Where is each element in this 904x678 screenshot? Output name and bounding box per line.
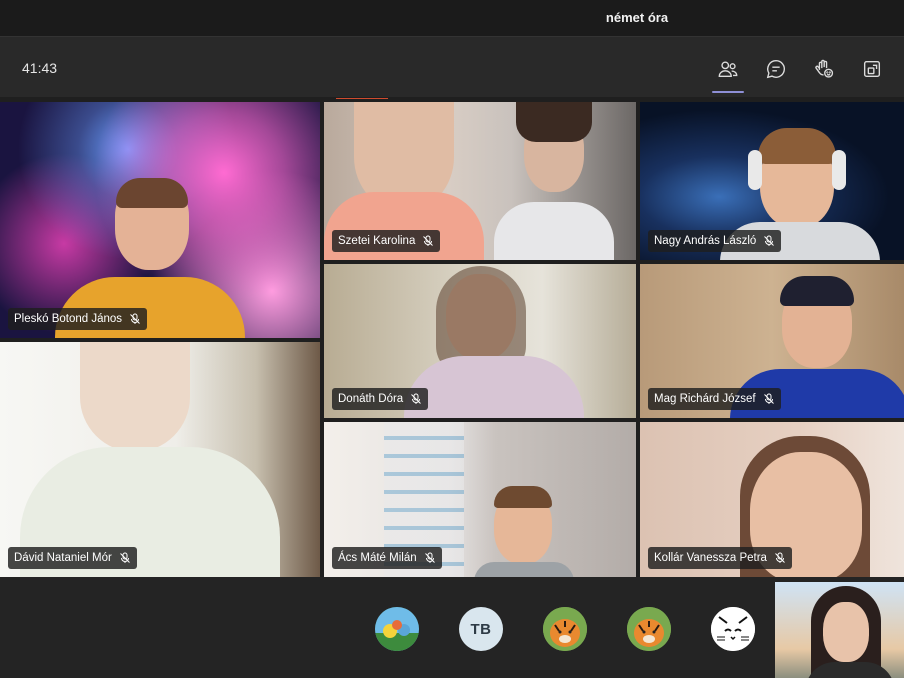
tiger-avatar-icon — [543, 607, 587, 651]
tiger-avatar-icon — [627, 607, 671, 651]
video-tile-1[interactable]: Pleskó Botond János — [0, 102, 320, 338]
cat-avatar-icon — [711, 607, 755, 651]
mic-off-icon — [764, 235, 775, 246]
participant-nametag: Nagy András László — [648, 230, 782, 252]
raise-hand-button[interactable] — [808, 53, 840, 85]
participant-avatar[interactable] — [543, 607, 587, 651]
participant-shirt — [474, 562, 574, 577]
participant-hair — [780, 276, 854, 306]
avatar-initials: TB — [470, 620, 492, 638]
participant-nametag: Donáth Dóra — [332, 388, 429, 410]
participant-nametag: Ács Máté Milán — [332, 547, 442, 569]
participant-name: Donáth Dóra — [338, 393, 404, 405]
headphones — [832, 150, 846, 190]
meeting-toolbar: 41:43 — [0, 37, 904, 97]
chat-button[interactable] — [760, 53, 792, 85]
participant-shirt — [404, 356, 584, 418]
participant-avatar[interactable] — [375, 607, 419, 651]
self-face — [823, 602, 869, 662]
people-button[interactable] — [712, 53, 744, 93]
mic-off-icon — [424, 552, 435, 563]
meeting-timer: 41:43 — [22, 60, 58, 76]
window-title-bar: német óra — [0, 0, 904, 37]
mic-off-icon — [775, 552, 785, 563]
chat-icon — [766, 60, 785, 79]
raise-hand-icon — [815, 59, 834, 78]
mic-off-icon — [119, 552, 130, 563]
participant-name: Ács Máté Milán — [338, 552, 417, 564]
participant-name: Dávid Nataniel Mór — [14, 552, 112, 564]
participant-nametag: Mag Richárd József — [648, 388, 781, 410]
mic-off-icon — [130, 313, 140, 324]
participant-nametag: Pleskó Botond János — [8, 308, 148, 330]
meeting-title: német óra — [605, 10, 669, 25]
video-tile-6[interactable]: Dávid Nataniel Mór — [0, 342, 320, 577]
video-tile-3[interactable]: Nagy András László — [640, 102, 904, 260]
share-screen-button[interactable] — [856, 53, 888, 85]
participant-name: Pleskó Botond János — [14, 313, 123, 325]
pokemon-avatar-icon — [375, 607, 419, 651]
mic-off-icon — [411, 393, 422, 404]
participant-name: Nagy András László — [654, 235, 757, 247]
participant-name: Mag Richárd József — [654, 393, 756, 405]
participant-hair — [516, 102, 592, 142]
participant-avatar[interactable] — [711, 607, 755, 651]
participant-shirt — [494, 202, 614, 260]
mic-off-icon — [423, 235, 434, 246]
headphones — [748, 150, 762, 190]
share-screen-icon — [863, 60, 881, 78]
participant-nametag: Dávid Nataniel Mór — [8, 547, 137, 569]
self-view-video[interactable] — [775, 582, 904, 678]
people-icon — [718, 61, 738, 78]
participant-hair — [116, 178, 188, 208]
video-gallery: Pleskó Botond János Szetei Karolina Nagy… — [0, 99, 904, 577]
participant-avatar[interactable] — [627, 607, 671, 651]
participant-avatar-initials[interactable]: TB — [459, 607, 503, 651]
participant-video — [80, 342, 190, 452]
video-tile-7[interactable]: Ács Máté Milán — [324, 422, 636, 577]
participant-nametag: Szetei Karolina — [332, 230, 441, 252]
overflow-participants-bar: TB — [0, 577, 904, 678]
participant-name: Kollár Vanessza Petra — [654, 552, 767, 564]
participant-hair — [494, 486, 552, 508]
video-tile-8[interactable]: Kollár Vanessza Petra — [640, 422, 904, 577]
participant-name: Szetei Karolina — [338, 235, 416, 247]
mic-off-icon — [763, 393, 774, 404]
participant-hair — [758, 128, 836, 164]
participant-nametag: Kollár Vanessza Petra — [648, 547, 792, 569]
video-tile-5[interactable]: Mag Richárd József — [640, 264, 904, 418]
video-tile-4[interactable]: Donáth Dóra — [324, 264, 636, 418]
video-tile-2[interactable]: Szetei Karolina — [324, 102, 636, 260]
